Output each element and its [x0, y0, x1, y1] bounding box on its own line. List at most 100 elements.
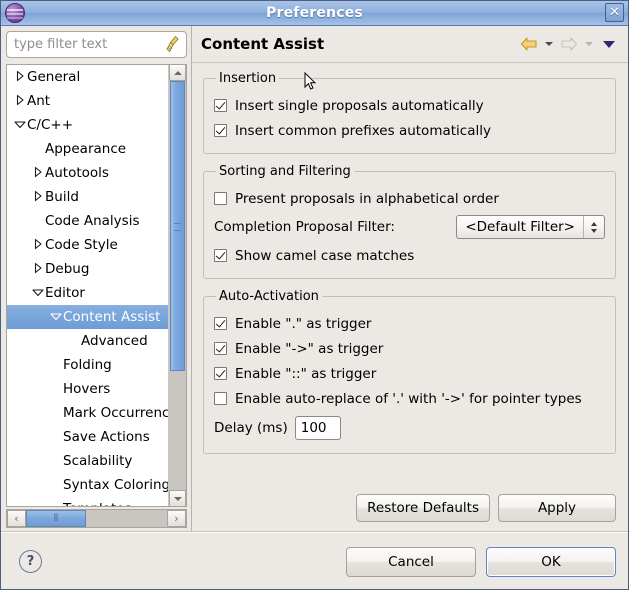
- tree-item-ant[interactable]: Ant: [7, 89, 168, 113]
- checkbox-row-dot-trigger[interactable]: Enable "." as trigger: [214, 311, 605, 336]
- tree-item-label: Hovers: [63, 381, 111, 397]
- back-history-dropdown[interactable]: [542, 33, 556, 55]
- checkbox-row-auto-replace[interactable]: Enable auto-replace of '.' with '->' for…: [214, 386, 605, 411]
- tree-twisty-expanded-icon[interactable]: [13, 118, 27, 130]
- checkbox-row-insert-common-prefixes[interactable]: Insert common prefixes automatically: [214, 118, 605, 143]
- tree-twisty-collapsed-icon[interactable]: [31, 262, 45, 274]
- tree-item-label: Advanced: [81, 333, 148, 349]
- cancel-button[interactable]: Cancel: [346, 546, 476, 577]
- checkbox-enable-scope-trigger-label: Enable "::" as trigger: [235, 365, 377, 382]
- checkbox-enable-auto-replace[interactable]: [214, 392, 227, 405]
- horizontal-scroll-thumb[interactable]: ⦀: [26, 510, 86, 527]
- preference-page-panel: Content Assist Insertion Insert single p…: [191, 26, 628, 531]
- tree-item-label: Mark Occurrences: [63, 405, 168, 421]
- page-title: Content Assist: [201, 35, 325, 53]
- checkbox-insert-common-prefixes[interactable]: [214, 124, 227, 137]
- tree-twisty-collapsed-icon[interactable]: [13, 70, 27, 82]
- tree-item-editor[interactable]: Editor: [7, 281, 168, 305]
- checkbox-enable-arrow-trigger-label: Enable "->" as trigger: [235, 340, 384, 357]
- tree-item-code-analysis[interactable]: Code Analysis: [7, 209, 168, 233]
- tree-item-label: Debug: [45, 261, 90, 277]
- group-auto-activation: Auto-Activation Enable "." as trigger En…: [203, 289, 616, 454]
- tree-item-scalability[interactable]: Scalability: [7, 449, 168, 473]
- tree-item-c-c[interactable]: C/C++: [7, 113, 168, 137]
- vertical-scroll-track[interactable]: [169, 81, 186, 490]
- apply-button[interactable]: Apply: [498, 494, 616, 522]
- tree-item-general[interactable]: General: [7, 65, 168, 89]
- delay-input[interactable]: [294, 416, 341, 440]
- tree-item-label: General: [27, 69, 81, 85]
- tree-item-save-actions[interactable]: Save Actions: [7, 425, 168, 449]
- scroll-left-button[interactable]: ‹: [7, 510, 26, 527]
- horizontal-scroll-track[interactable]: ⦀: [26, 510, 167, 527]
- filter-box[interactable]: [6, 31, 187, 58]
- tree-vertical-scrollbar[interactable]: [168, 65, 187, 506]
- tree-item-label: Appearance: [45, 141, 127, 157]
- page-menu-button[interactable]: [598, 33, 620, 55]
- tree-twisty-collapsed-icon[interactable]: [31, 238, 45, 250]
- forward-history-dropdown[interactable]: [582, 33, 596, 55]
- tree-item-label: Editor: [45, 285, 85, 301]
- tree-item-label: Scalability: [63, 453, 133, 469]
- tree-item-mark-occurrences[interactable]: Mark Occurrences: [7, 401, 168, 425]
- tree-horizontal-scrollbar[interactable]: ‹ ⦀ ›: [6, 509, 187, 528]
- tree-item-autotools[interactable]: Autotools: [7, 161, 168, 185]
- checkbox-row-camel-case[interactable]: Show camel case matches: [214, 243, 605, 268]
- checkbox-row-insert-single[interactable]: Insert single proposals automatically: [214, 93, 605, 118]
- checkbox-insert-single-proposals[interactable]: [214, 99, 227, 112]
- tree-item-content-assist[interactable]: Content Assist: [7, 305, 168, 329]
- scroll-down-button[interactable]: [169, 490, 186, 506]
- tree-twisty-collapsed-icon[interactable]: [31, 190, 45, 202]
- checkbox-enable-dot-trigger[interactable]: [214, 317, 227, 330]
- vertical-scroll-thumb[interactable]: [170, 81, 185, 371]
- checkbox-enable-dot-trigger-label: Enable "." as trigger: [235, 315, 372, 332]
- completion-proposal-filter-select[interactable]: <Default Filter>: [456, 215, 605, 239]
- tree-item-debug[interactable]: Debug: [7, 257, 168, 281]
- scroll-right-button[interactable]: ›: [167, 510, 186, 527]
- tree-item-appearance[interactable]: Appearance: [7, 137, 168, 161]
- title-bar: Preferences ✕: [1, 1, 628, 26]
- tree-item-label: Ant: [27, 93, 51, 109]
- tree-item-build[interactable]: Build: [7, 185, 168, 209]
- group-insertion: Insertion Insert single proposals automa…: [203, 71, 616, 154]
- checkbox-show-camel-case-matches[interactable]: [214, 249, 227, 262]
- tree-item-hovers[interactable]: Hovers: [7, 377, 168, 401]
- delay-label: Delay (ms): [214, 420, 288, 436]
- checkbox-enable-scope-trigger[interactable]: [214, 367, 227, 380]
- ok-button[interactable]: OK: [486, 546, 616, 577]
- scroll-up-button[interactable]: [169, 65, 186, 81]
- tree-item-folding[interactable]: Folding: [7, 353, 168, 377]
- page-header: Content Assist: [192, 26, 628, 62]
- checkbox-enable-arrow-trigger[interactable]: [214, 342, 227, 355]
- tree-item-templates[interactable]: Templates: [7, 497, 168, 506]
- back-button[interactable]: [518, 33, 540, 55]
- completion-proposal-filter-value: <Default Filter>: [465, 219, 575, 235]
- tree-twisty-collapsed-icon[interactable]: [13, 94, 27, 106]
- checkbox-row-alphabetical-order[interactable]: Present proposals in alphabetical order: [214, 186, 605, 211]
- back-arrow-icon: [520, 37, 537, 51]
- help-icon[interactable]: ?: [19, 550, 42, 573]
- group-insertion-legend: Insertion: [219, 71, 277, 86]
- restore-defaults-button[interactable]: Restore Defaults: [356, 494, 490, 522]
- tree-item-label: Autotools: [45, 165, 109, 181]
- close-icon[interactable]: ✕: [605, 3, 624, 22]
- checkbox-row-scope-trigger[interactable]: Enable "::" as trigger: [214, 361, 605, 386]
- checkbox-row-arrow-trigger[interactable]: Enable "->" as trigger: [214, 336, 605, 361]
- tree-twisty-expanded-icon[interactable]: [31, 286, 45, 298]
- eclipse-sphere-icon: [5, 3, 25, 23]
- preference-tree[interactable]: General Ant C/C++ Appearance Autotools Build C…: [7, 65, 168, 506]
- tree-item-label: Save Actions: [63, 429, 150, 445]
- preferences-dialog: Preferences ✕ General Ant C/C++ Appearance A…: [0, 0, 629, 590]
- delay-row: Delay (ms): [214, 413, 605, 443]
- checkbox-insert-common-prefixes-label: Insert common prefixes automatically: [235, 122, 491, 139]
- search-input[interactable]: [7, 32, 186, 57]
- checkbox-present-proposals-alphabetical[interactable]: [214, 192, 227, 205]
- tree-item-syntax-coloring[interactable]: Syntax Coloring: [7, 473, 168, 497]
- tree-twisty-expanded-icon[interactable]: [49, 310, 63, 322]
- tree-item-label: Code Style: [45, 237, 118, 253]
- forward-button[interactable]: [558, 33, 580, 55]
- tree-item-label: Build: [45, 189, 79, 205]
- tree-twisty-collapsed-icon[interactable]: [31, 166, 45, 178]
- tree-item-code-style[interactable]: Code Style: [7, 233, 168, 257]
- tree-item-advanced[interactable]: Advanced: [7, 329, 168, 353]
